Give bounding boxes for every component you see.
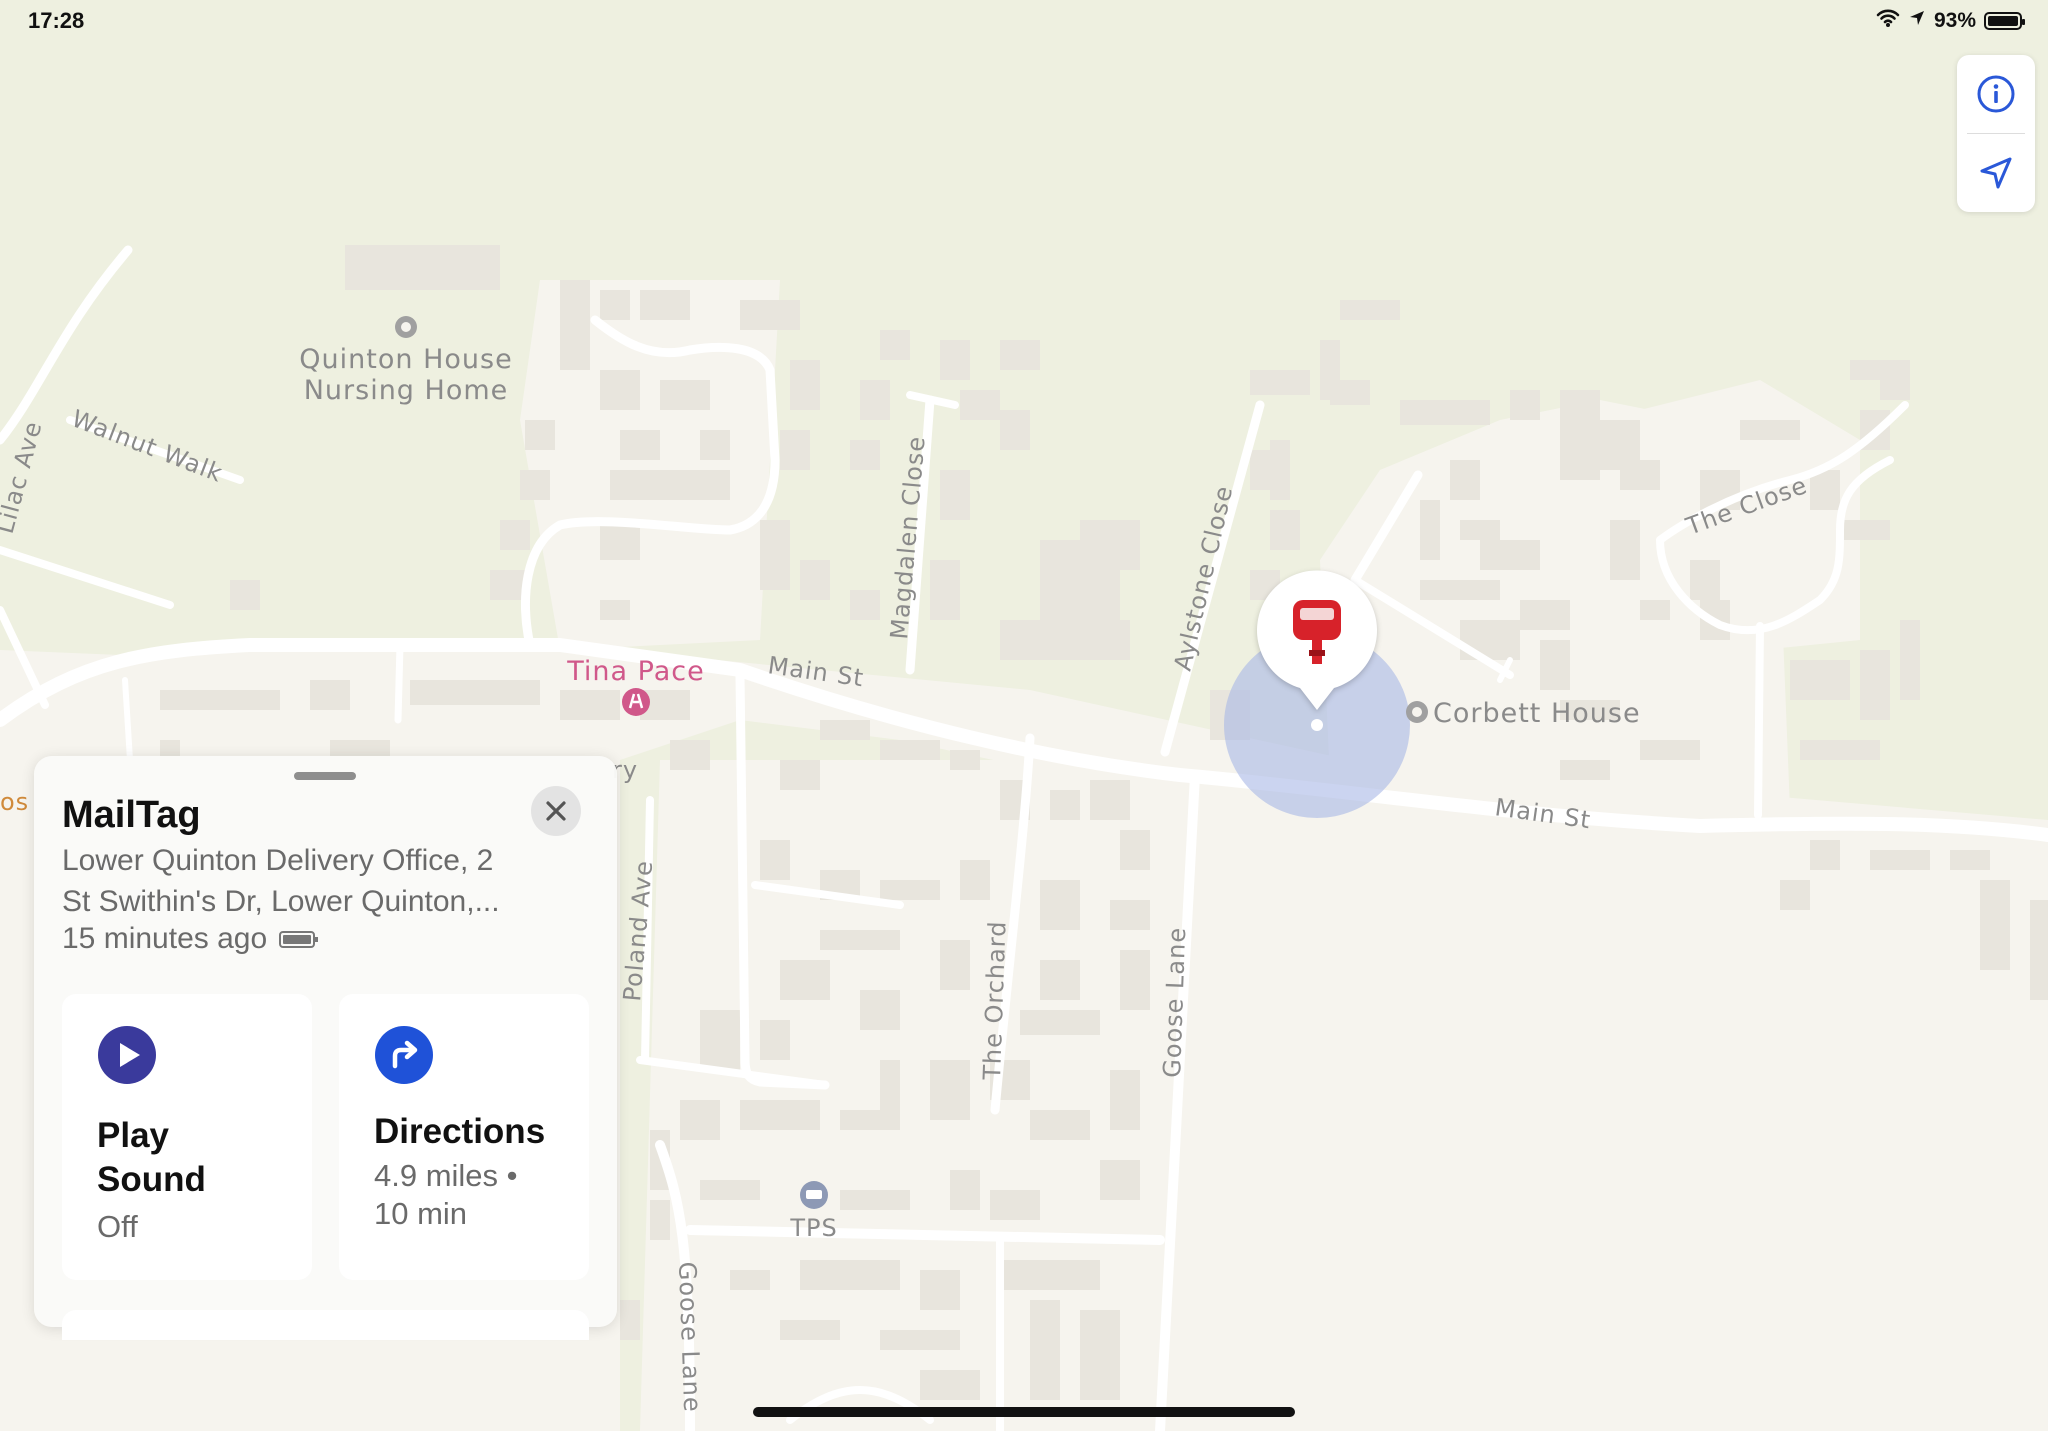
partial-map-label: os — [0, 788, 29, 816]
tps-label: TPS — [789, 1214, 837, 1242]
play-sound-label: Play Sound — [97, 1116, 206, 1199]
directions-label: Directions — [374, 1112, 546, 1151]
play-icon — [98, 1026, 156, 1084]
quinton-house-poi-icon — [395, 316, 417, 338]
tina-pace-label: Tina Pace — [566, 656, 704, 687]
battery-icon — [1984, 12, 2025, 30]
close-button[interactable] — [531, 786, 581, 836]
directions-icon — [375, 1026, 433, 1084]
item-address: Lower Quinton Delivery Office, 2 St Swit… — [62, 844, 500, 918]
status-indicators: 93% — [1876, 8, 2025, 34]
directions-tile[interactable]: Directions 4.9 miles • 10 min — [339, 994, 589, 1280]
last-seen: 15 minutes ago — [62, 922, 319, 956]
corbett-house-label: Corbett House — [1433, 698, 1641, 729]
corbett-house-poi-icon — [1406, 701, 1428, 723]
item-battery-icon — [279, 930, 319, 948]
track-location-button[interactable] — [1957, 134, 2035, 212]
tps-poi-icon — [800, 1181, 828, 1209]
map-controls — [1957, 55, 2035, 212]
goose-lane-north-label: Goose Lane — [1158, 926, 1191, 1078]
sheet-grabber[interactable] — [294, 772, 356, 780]
directions-time: 10 min — [374, 1196, 468, 1231]
item-title: MailTag — [62, 794, 201, 836]
last-seen-text: 15 minutes ago — [62, 922, 268, 955]
location-services-icon — [1908, 9, 1926, 33]
directions-distance: 4.9 miles • — [374, 1158, 518, 1193]
quinton-house-label: Quinton House — [299, 344, 512, 375]
nursing-home-label: Nursing Home — [304, 375, 509, 406]
home-indicator[interactable] — [753, 1407, 1295, 1417]
tina-pace-poi-icon — [622, 688, 650, 716]
goose-lane-south-label: Goose Lane — [673, 1261, 706, 1413]
close-icon — [546, 801, 566, 821]
play-sound-status: Off — [97, 1209, 138, 1244]
status-time: 17:28 — [28, 8, 85, 33]
battery-percent: 93% — [1933, 9, 1976, 32]
wifi-icon — [1876, 8, 1900, 34]
map-info-button[interactable] — [1957, 55, 2035, 133]
the-orchard-label: The Orchard — [978, 920, 1012, 1081]
item-detail-card: MailTag Lower Quinton Delivery Office, 2… — [34, 756, 617, 1340]
next-section-peek — [62, 1310, 589, 1340]
play-sound-tile[interactable]: Play Sound Off — [62, 994, 312, 1280]
info-icon — [1977, 75, 2015, 113]
location-arrow-icon — [1980, 157, 2012, 189]
